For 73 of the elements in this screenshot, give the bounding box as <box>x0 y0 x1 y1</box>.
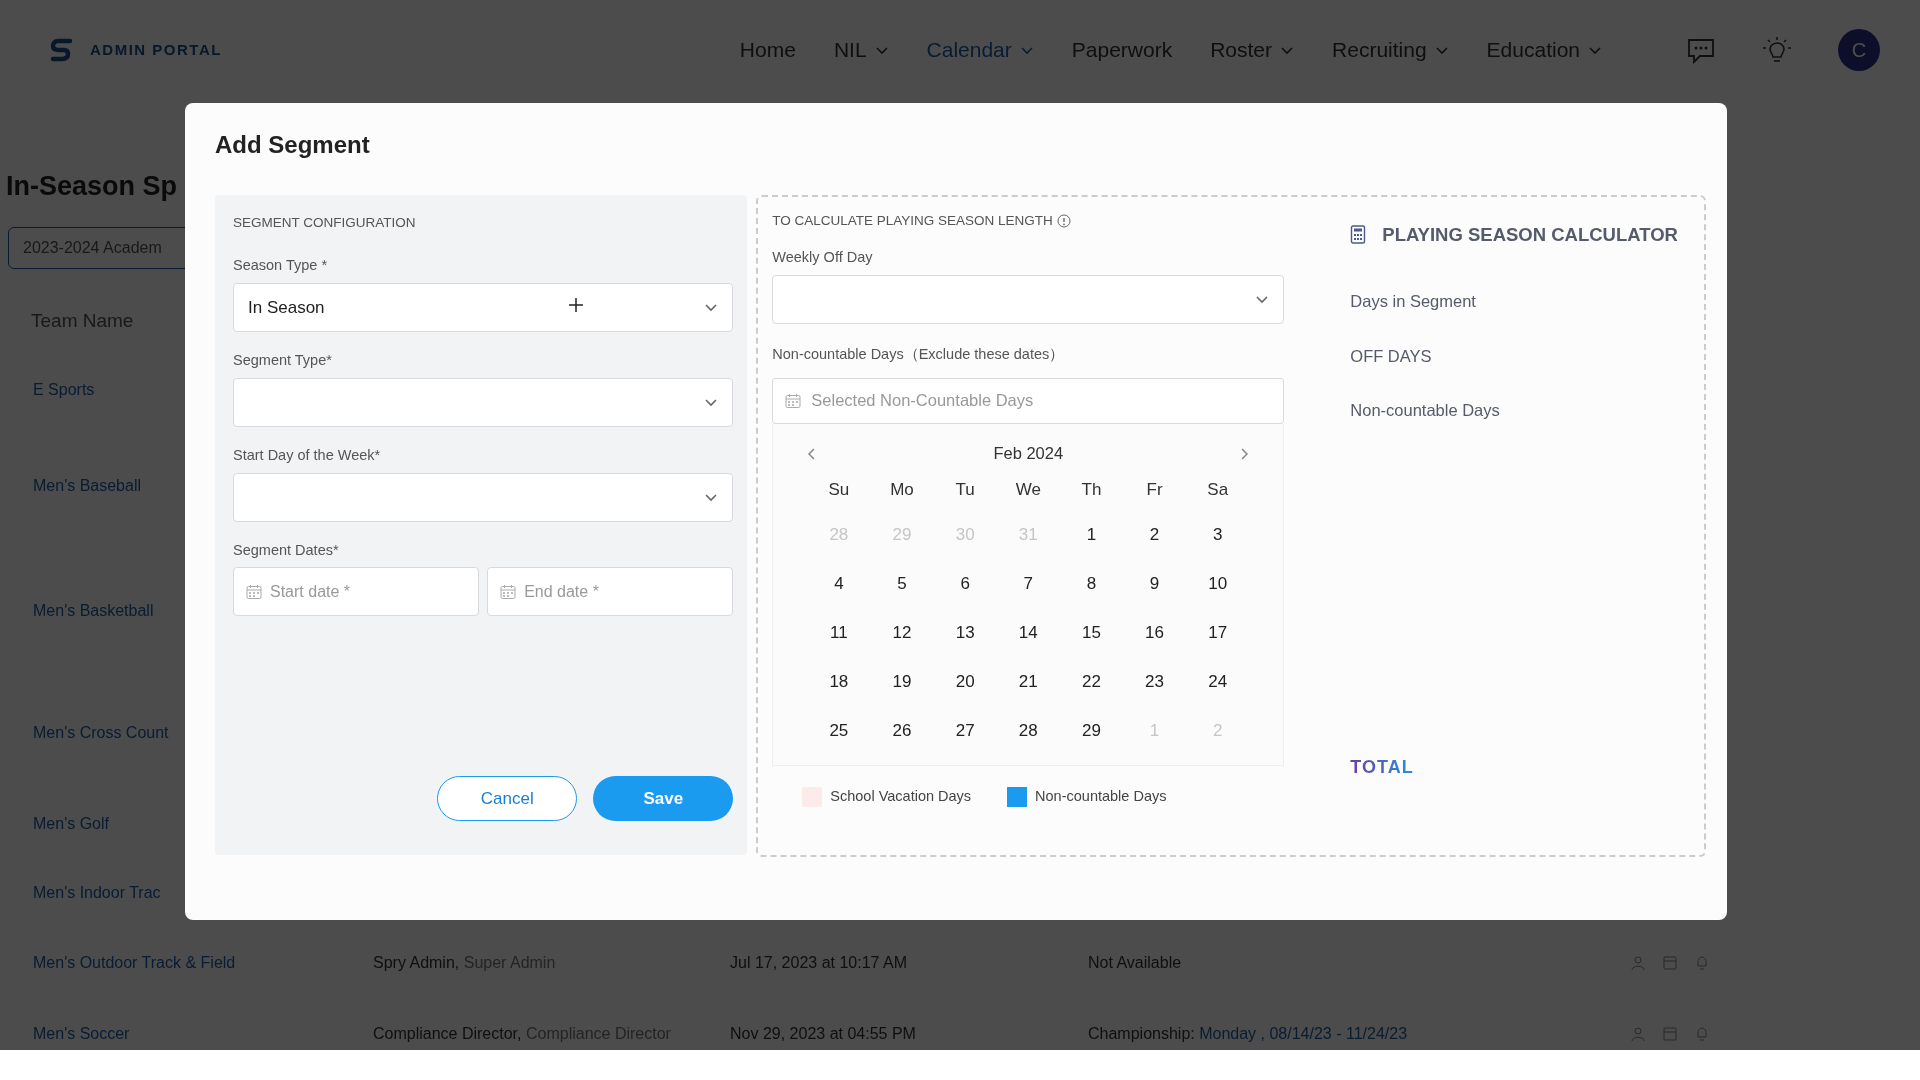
chevron-right-icon[interactable] <box>1240 447 1250 460</box>
calendar-day[interactable]: 12 <box>870 607 934 657</box>
brand-name: ADMIN PORTAL <box>90 39 222 60</box>
calendar-day[interactable]: 11 <box>807 607 871 657</box>
field-label: Weekly Off Day <box>772 248 874 268</box>
calendar-day[interactable]: 21 <box>996 656 1060 706</box>
legend-label: Non-countable Days <box>1035 786 1167 806</box>
crosshair-cursor-icon <box>568 297 584 313</box>
month-label: Feb 2024 <box>993 443 1064 465</box>
calendar-day[interactable]: 22 <box>1059 656 1123 706</box>
calendar-icon <box>246 583 262 600</box>
calendar-day[interactable]: 13 <box>933 607 997 657</box>
weekday-label: We <box>1014 478 1042 501</box>
calendar-day[interactable]: 4 <box>807 558 871 608</box>
weekday-label: Tu <box>954 478 976 501</box>
date-text: Nov 29, 2023 at 04:55 PM <box>730 1024 917 1044</box>
chevron-down-icon <box>1255 293 1270 306</box>
modal-title: Add Segment <box>215 130 371 160</box>
date-text: Jul 17, 2023 at 10:17 AM <box>730 953 908 973</box>
select-field[interactable] <box>233 377 734 427</box>
select-field[interactable] <box>772 275 1285 324</box>
calendar-icon <box>785 392 802 409</box>
legend-label: School Vacation Days <box>830 786 972 806</box>
calculator-label: OFF DAYS <box>1350 345 1433 367</box>
calculator-label: Non-countable Days <box>1350 400 1501 422</box>
select-field[interactable]: In Season <box>233 283 734 332</box>
calendar-day[interactable]: 25 <box>807 705 871 755</box>
calendar-day[interactable]: 3 <box>1186 509 1250 559</box>
calendar-day[interactable]: 6 <box>933 558 997 608</box>
section-heading: TO CALCULATE PLAYING SEASON LENGTH <box>772 212 1053 230</box>
calendar-day[interactable]: 16 <box>1123 607 1187 657</box>
calendar-day[interactable]: 27 <box>933 705 997 755</box>
calculator-title: PLAYING SEASON CALCULATOR <box>1382 223 1678 247</box>
calendar-day[interactable]: 24 <box>1186 656 1250 706</box>
calendar-day[interactable]: 10 <box>1186 558 1250 608</box>
weekday-label: Su <box>827 478 851 501</box>
calendar-day[interactable]: 19 <box>870 656 934 706</box>
weekday-label: Sa <box>1206 478 1230 501</box>
calendar-day[interactable]: 7 <box>996 558 1060 608</box>
weekday-label: Fr <box>1145 478 1164 501</box>
calendar-day[interactable]: 8 <box>1059 558 1123 608</box>
calendar-day[interactable]: 28 <box>996 705 1060 755</box>
page-title: In-Season Sp <box>6 170 178 203</box>
chevron-left-icon[interactable] <box>807 447 817 460</box>
calendar-day[interactable]: 2 <box>1123 509 1187 559</box>
calculator-label: Days in Segment <box>1350 290 1477 312</box>
section-heading: SEGMENT CONFIGURATION <box>233 214 417 232</box>
field-label: Segment Type* <box>233 351 333 370</box>
calendar-day[interactable]: 17 <box>1186 607 1250 657</box>
field-label: Segment Dates* <box>233 540 340 560</box>
calendar-icon <box>500 583 517 600</box>
status-text: Not Available <box>1088 953 1183 973</box>
calendar-day[interactable]: 29 <box>1059 705 1123 755</box>
calendar-day[interactable]: 5 <box>870 558 934 608</box>
field-label: Start Day of the Week* <box>233 445 382 465</box>
field-label: Season Type * <box>233 256 329 276</box>
weekday-label: Mo <box>889 478 915 501</box>
field-label: Non-countable Days（Exclude these dates） <box>772 345 1066 364</box>
calendar-day[interactable]: 26 <box>870 705 934 755</box>
calendar-day[interactable]: 20 <box>933 656 997 706</box>
status-text: Championship: Monday , 08/14/23 - 11/24/23 <box>1088 1024 1409 1044</box>
calendar-day[interactable]: 1 <box>1059 509 1123 559</box>
info-icon[interactable] <box>1056 214 1071 229</box>
chevron-down-icon <box>704 301 719 314</box>
cancel-button[interactable]: Cancel <box>437 776 578 821</box>
weekday-label: Th <box>1080 478 1103 501</box>
calendar-day[interactable]: 23 <box>1123 656 1187 706</box>
calendar-day[interactable]: 14 <box>996 607 1060 657</box>
calendar-day[interactable]: 9 <box>1123 558 1187 608</box>
calendar-day[interactable]: 18 <box>807 656 871 706</box>
calculator-icon <box>1350 225 1367 245</box>
calendar-day[interactable]: 15 <box>1059 607 1123 657</box>
select-field[interactable] <box>233 472 734 522</box>
